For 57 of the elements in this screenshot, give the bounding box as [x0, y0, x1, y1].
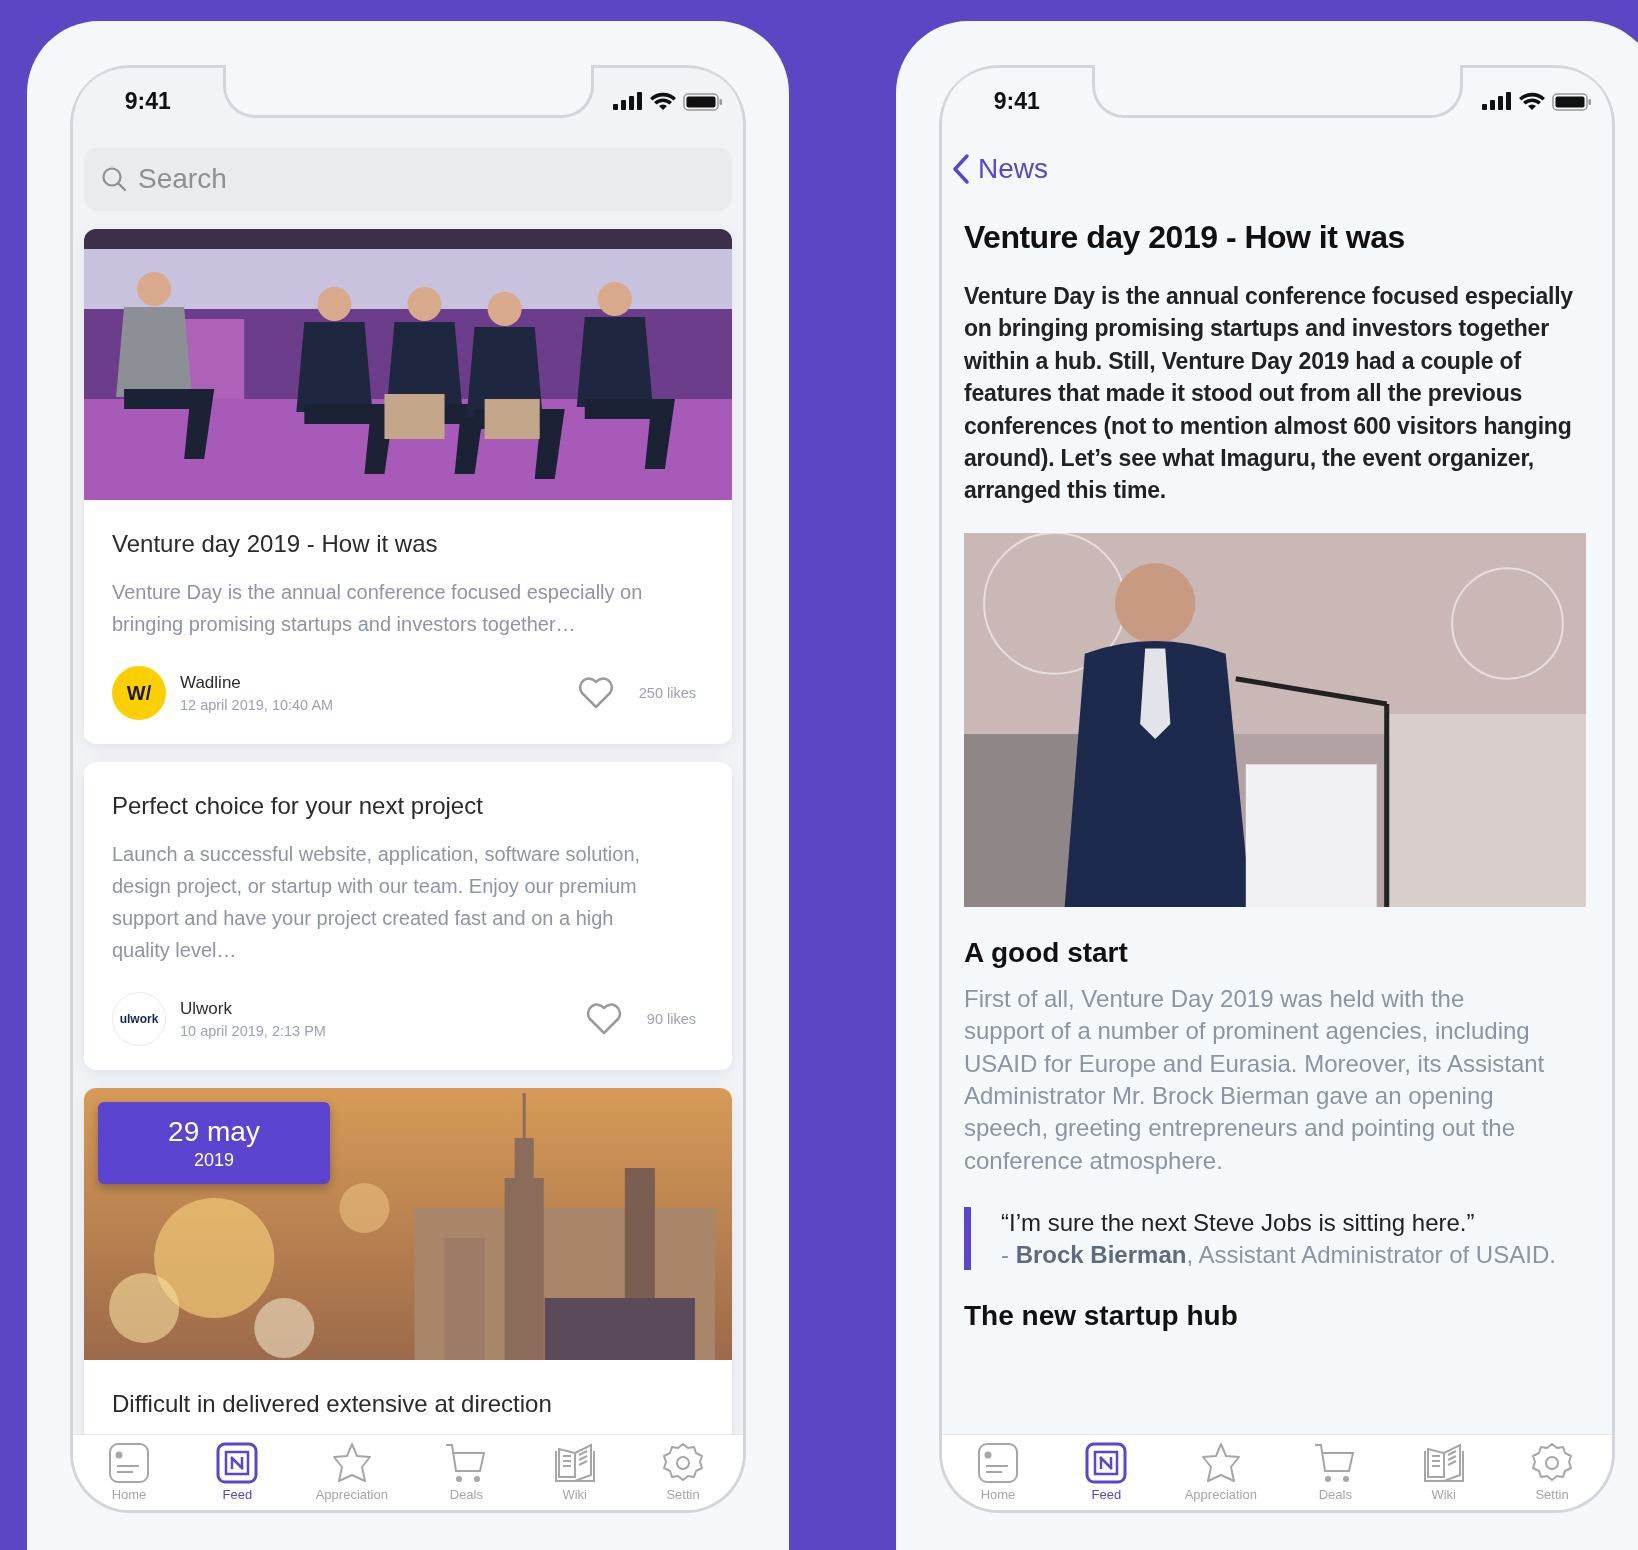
- back-link[interactable]: News: [952, 153, 1612, 185]
- tab[interactable]: Home: [99, 1441, 159, 1510]
- author-name: Wadline: [180, 673, 242, 693]
- tab[interactable]: Appreciation: [315, 1441, 388, 1510]
- tab[interactable]: Home: [968, 1441, 1028, 1510]
- post-card[interactable]: [84, 762, 732, 1070]
- article-title: Venture day 2019 - How it was: [964, 219, 1406, 256]
- post-card[interactable]: Venture day 2019 - How it was Venture Day is the annual conference focused especially on bringing promising startups and investors together… W/ Wadline 12 april 2019, 10:40 AM 250 likes: [84, 229, 732, 744]
- search-field[interactable]: Search: [84, 147, 732, 211]
- profile-card-icon: [107, 1441, 151, 1485]
- author-logo: ulwork: [112, 992, 166, 1046]
- author-logo: W/: [112, 666, 166, 720]
- status-time: 9:41: [124, 88, 171, 115]
- post-date: 10 april 2019, 2:13 PM: [180, 1023, 327, 1039]
- post-excerpt: Launch a successful website, application, software solution, design project, or startup with our team. Enjoy our premium support and have your project created fast and on a high quality level…: [112, 842, 642, 963]
- section-heading: The new startup hub: [964, 1300, 1239, 1333]
- tab[interactable]: Feed: [207, 1441, 268, 1510]
- tab[interactable]: Deals: [436, 1441, 497, 1510]
- search-icon: [100, 165, 128, 193]
- wifi-icon: [650, 91, 677, 112]
- tab[interactable]: Settin: [653, 1441, 713, 1510]
- post-excerpt: Venture Day is the annual conference focused especially on bringing promising startups and investors together…: [112, 580, 644, 637]
- heart-icon: [584, 1002, 623, 1036]
- wifi-icon: [1519, 91, 1546, 112]
- tab[interactable]: Appreciation: [1184, 1441, 1257, 1510]
- quote-text: “I’m sure the next Steve Jobs is sitting here.”: [1001, 1208, 1476, 1239]
- book-icon: [1421, 1441, 1466, 1485]
- battery-icon: [1552, 91, 1593, 112]
- section-heading: A good start: [964, 936, 1129, 969]
- feed-icon: [215, 1441, 260, 1485]
- signal-icon: [1482, 91, 1513, 112]
- post-card[interactable]: 29 may 2019 Difficult in delivered extensive at direction: [84, 1088, 732, 1434]
- tab[interactable]: Feed: [1076, 1441, 1137, 1510]
- like-count: 90 likes: [646, 1011, 696, 1027]
- book-icon: [552, 1441, 597, 1485]
- tab[interactable]: Settin: [1522, 1441, 1582, 1510]
- quote-attribution: - Brock Bierman, Assistant Administrator of USAID.: [1001, 1239, 1557, 1270]
- post-title: Venture day 2019 - How it was: [112, 530, 439, 558]
- tab[interactable]: Wiki: [544, 1441, 605, 1510]
- tab[interactable]: Wiki: [1413, 1441, 1474, 1510]
- tab[interactable]: Deals: [1305, 1441, 1366, 1510]
- post-title: Perfect choice for your next project: [112, 792, 484, 820]
- author-name: Ulwork: [180, 999, 233, 1019]
- feed-icon: [1084, 1441, 1129, 1485]
- post-title: Difficult in delivered extensive at direction: [112, 1390, 553, 1418]
- chevron-left-icon: [952, 153, 970, 185]
- article-lead: Venture Day is the annual conference focused especially on bringing promising startups and investors together within a hub. Still, Venture Day 2019 had a couple of features that made it stood out from all the previous conferences (not to mention almost 600 visitors hanging around). Let’s see what Imaguru, the event organizer, arranged this time.: [964, 282, 1574, 506]
- signal-icon: [613, 91, 644, 112]
- like-count: 250 likes: [638, 685, 696, 701]
- battery-icon: [683, 91, 724, 112]
- badge-year: 2019: [193, 1149, 234, 1171]
- post-date: 12 april 2019, 10:40 AM: [180, 697, 335, 713]
- heart-icon: [576, 676, 615, 710]
- status-time: 9:41: [993, 88, 1040, 115]
- badge-day: 29 may: [168, 1115, 260, 1148]
- section-paragraph: First of all, Venture Day 2019 was held with the support of a number of prominent agencies, including USAID for Europe and Eurasia. Moreover, its Assistant Administrator Mr. Brock Bierman gave an opening speech, greeting entrepreneurs and pointing out the conference atmosphere.: [964, 983, 1546, 1176]
- profile-card-icon: [976, 1441, 1020, 1485]
